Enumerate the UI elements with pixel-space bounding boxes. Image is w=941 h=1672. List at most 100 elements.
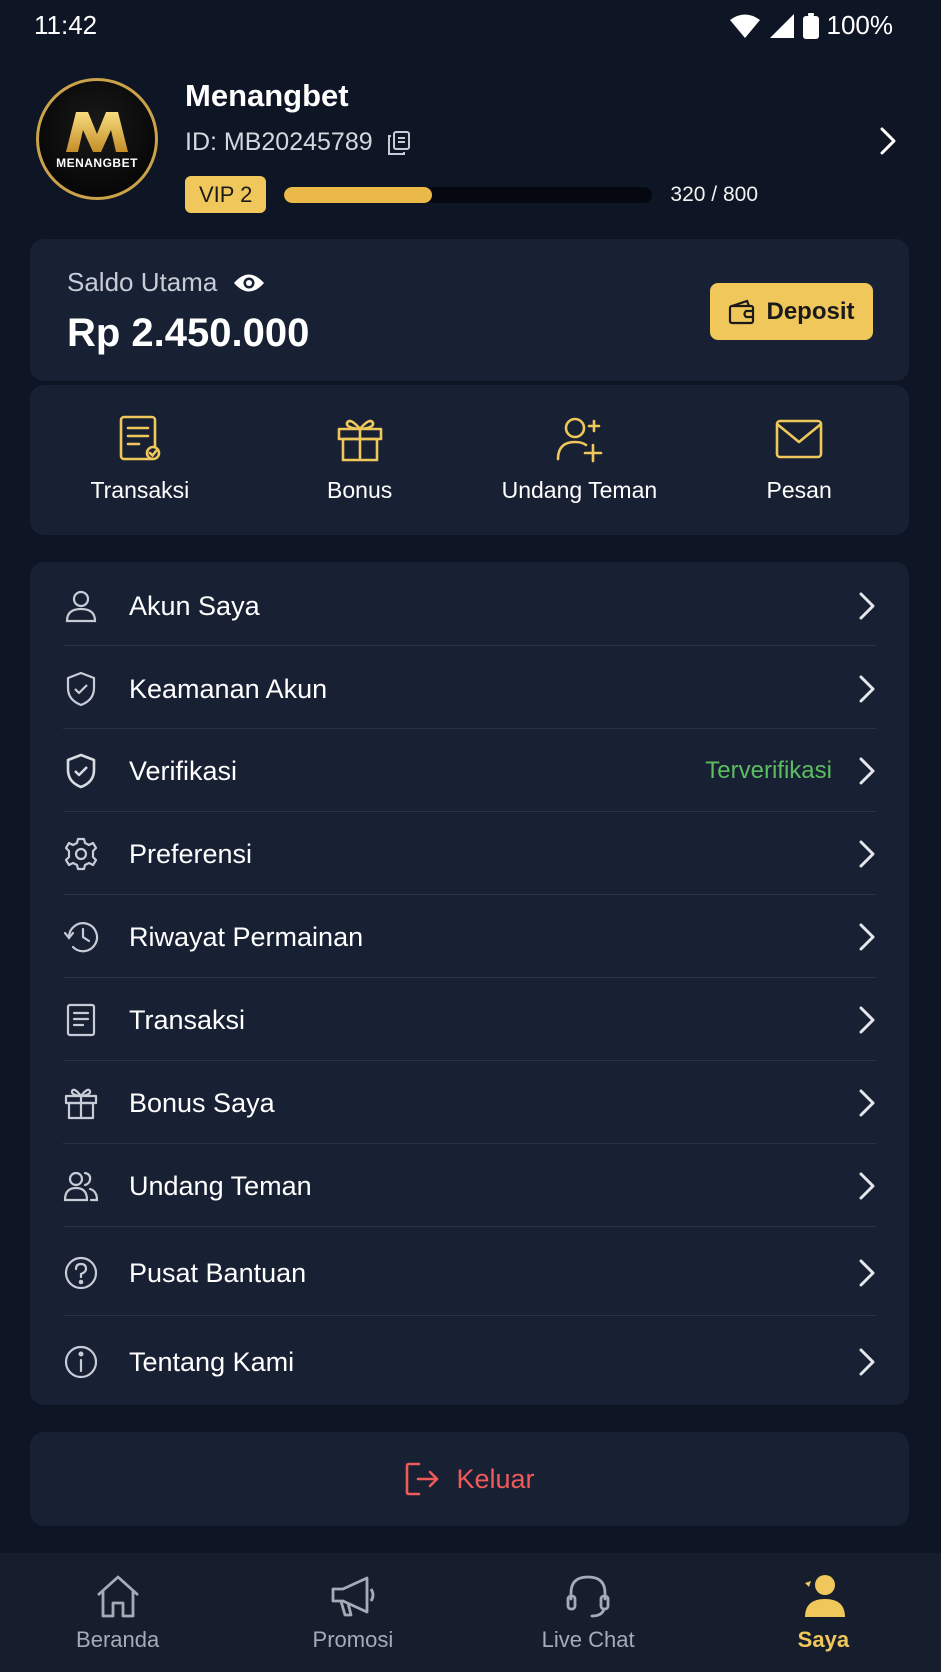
status-time: 11:42 [34, 10, 98, 40]
balance-amount: Rp 2.450.000 [67, 311, 310, 355]
shield-check-icon [63, 753, 99, 789]
nav-label: Saya [797, 1627, 850, 1652]
gift-icon [336, 415, 384, 463]
vip-progress-count: 320 / 800 [670, 182, 759, 206]
nav-beranda[interactable]: Beranda [0, 1553, 235, 1672]
menu-item-transaksi[interactable]: Transaksi [63, 995, 876, 1045]
quick-action-label: Pesan [766, 477, 832, 503]
megaphone-icon [329, 1573, 377, 1619]
menu-item-label: Transaksi [129, 1004, 246, 1035]
chevron-right-icon [858, 591, 876, 621]
nav-label: Promosi [312, 1627, 394, 1652]
nav-saya[interactable]: Saya [706, 1553, 941, 1672]
battery-icon [802, 12, 819, 39]
user-icon [63, 588, 99, 624]
balance-label-row: Saldo Utama [67, 267, 265, 298]
chevron-right-icon [858, 1171, 876, 1201]
history-icon [63, 919, 99, 955]
username: Menangbet [185, 78, 349, 113]
logout-label: Keluar [456, 1463, 535, 1494]
gift-icon [63, 1085, 99, 1121]
nav-promosi[interactable]: Promosi [235, 1553, 470, 1672]
profile-header[interactable]: MENANGBET Menangbet ID: MB20245789 VIP 2… [0, 70, 941, 220]
divider [63, 1315, 876, 1316]
menu-item-verifikasi[interactable]: Verifikasi Terverifikasi [63, 746, 876, 796]
document-icon [63, 1002, 99, 1038]
menu-item-label: Akun Saya [129, 590, 260, 621]
menu-item-label: Tentang Kami [129, 1346, 295, 1377]
menu-item-label: Pusat Bantuan [129, 1257, 307, 1288]
info-icon [63, 1344, 99, 1380]
menu-item-akun-saya[interactable]: Akun Saya [63, 581, 876, 631]
nav-live-chat[interactable]: Live Chat [471, 1553, 706, 1672]
menu-item-label: Bonus Saya [129, 1087, 275, 1118]
quick-action-label: Undang Teman [501, 477, 658, 503]
chevron-right-icon[interactable] [879, 126, 897, 156]
vip-row: VIP 2 320 / 800 [185, 176, 758, 213]
help-icon [63, 1255, 99, 1291]
quick-action-label: Transaksi [90, 477, 190, 503]
menu-item-riwayat-permainan[interactable]: Riwayat Permainan [63, 912, 876, 962]
deposit-label: Deposit [766, 297, 855, 325]
menu-item-tentang-kami[interactable]: Tentang Kami [63, 1337, 876, 1387]
quick-actions: Transaksi Bonus Undang Teman Pesan [30, 385, 909, 535]
menu-item-keamanan-akun[interactable]: Keamanan Akun [63, 664, 876, 714]
quick-action-transaksi[interactable]: Transaksi [30, 385, 250, 535]
quick-action-bonus[interactable]: Bonus [250, 385, 470, 535]
quick-action-pesan[interactable]: Pesan [689, 385, 909, 535]
chevron-right-icon [858, 756, 876, 786]
quick-action-undang-teman[interactable]: Undang Teman [470, 385, 690, 535]
divider [63, 1143, 876, 1144]
home-icon [94, 1573, 142, 1619]
copy-icon[interactable] [387, 130, 411, 156]
chevron-right-icon [858, 1005, 876, 1035]
headset-icon [564, 1573, 612, 1619]
chevron-right-icon [858, 1347, 876, 1377]
menu-item-label: Verifikasi [129, 755, 238, 786]
status-indicators: 100% [729, 10, 894, 41]
menu-item-pusat-bantuan[interactable]: Pusat Bantuan [63, 1248, 876, 1298]
eye-icon[interactable] [233, 272, 265, 294]
nav-label: Live Chat [541, 1627, 635, 1652]
menu-item-label: Undang Teman [129, 1170, 312, 1201]
user-plus-icon [554, 415, 604, 463]
chevron-right-icon [858, 839, 876, 869]
battery-percent: 100% [826, 10, 894, 40]
chevron-right-icon [858, 1258, 876, 1288]
gear-icon [63, 836, 99, 872]
wallet-icon [728, 299, 756, 325]
bottom-nav: Beranda Promosi Live Chat Saya [0, 1553, 941, 1672]
vip-progress-fill [284, 186, 432, 203]
wifi-icon [729, 13, 761, 39]
mail-icon [774, 415, 824, 463]
vip-badge: VIP 2 [185, 176, 267, 213]
logout-button[interactable]: Keluar [30, 1432, 909, 1526]
vip-progress-bar [284, 186, 653, 203]
menu-item-undang-teman[interactable]: Undang Teman [63, 1161, 876, 1211]
verified-status: Terverifikasi [705, 757, 832, 784]
menu-item-label: Keamanan Akun [129, 673, 328, 704]
divider [63, 977, 876, 978]
menu-item-bonus-saya[interactable]: Bonus Saya [63, 1078, 876, 1128]
receipt-icon [117, 415, 163, 463]
user-id: ID: MB20245789 [185, 128, 373, 156]
balance-card: Saldo Utama Rp 2.450.000 Deposit [30, 239, 909, 381]
divider [63, 728, 876, 729]
avatar: MENANGBET [36, 78, 158, 200]
divider [63, 811, 876, 812]
profile-icon [799, 1573, 847, 1619]
menu-list: Akun Saya Keamanan Akun Verifikasi Terve… [30, 562, 909, 1405]
balance-label: Saldo Utama [67, 267, 218, 297]
logo-text: MENANGBET [56, 156, 138, 170]
deposit-button[interactable]: Deposit [710, 283, 873, 340]
nav-label: Beranda [76, 1627, 160, 1652]
cell-signal-icon [769, 13, 795, 39]
users-icon [63, 1168, 99, 1204]
chevron-right-icon [858, 922, 876, 952]
menu-item-label: Riwayat Permainan [129, 921, 364, 952]
divider [63, 1226, 876, 1227]
divider [63, 1060, 876, 1061]
logout-icon [404, 1461, 440, 1497]
shield-icon [63, 671, 99, 707]
menu-item-preferensi[interactable]: Preferensi [63, 829, 876, 879]
